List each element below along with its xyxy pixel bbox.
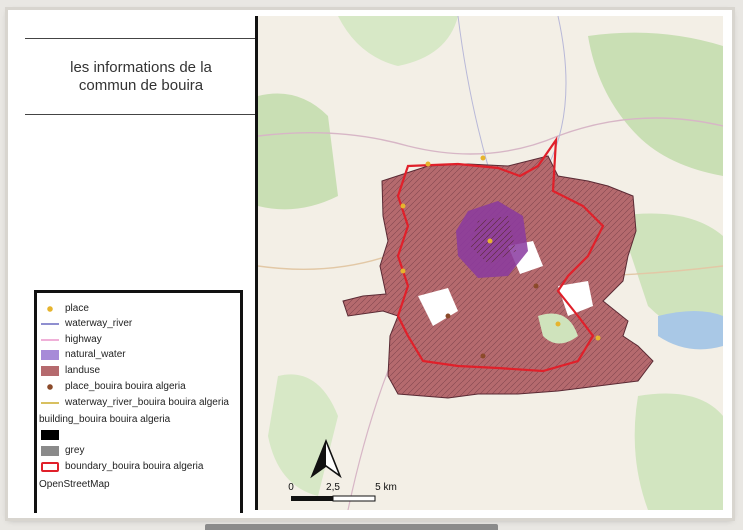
legend-item: waterway_river_bouira bouira algeria bbox=[37, 397, 229, 408]
legend-symbol bbox=[41, 349, 59, 360]
legend-label: waterway_river_bouira bouira algeria bbox=[65, 397, 229, 408]
legend-label: place_bouira bouira algeria bbox=[65, 381, 186, 392]
legend-symbol bbox=[41, 318, 59, 329]
scale-bar bbox=[291, 495, 376, 502]
legend-label: waterway_river bbox=[65, 318, 133, 329]
legend-symbol bbox=[41, 334, 59, 345]
layout-title-box: les informations de la commun de bouira bbox=[25, 38, 257, 115]
legend-item: place_bouira bouira algeria bbox=[37, 381, 186, 392]
street-network bbox=[343, 156, 653, 398]
legend-label: boundary_bouira bouira algeria bbox=[65, 461, 204, 472]
layout-title: les informations de la commun de bouira bbox=[70, 58, 212, 94]
legend-label: place bbox=[65, 303, 89, 314]
legend-item bbox=[37, 430, 65, 440]
legend-item: OpenStreetMap bbox=[39, 479, 110, 490]
legend-symbol bbox=[41, 397, 59, 408]
legend-box: place waterway_riverhighway natural_waterl… bbox=[34, 290, 243, 513]
forest-area bbox=[634, 393, 723, 510]
legend-label: highway bbox=[65, 334, 102, 345]
legend-symbol bbox=[41, 303, 59, 314]
legend-label: natural_water bbox=[65, 349, 126, 360]
legend-symbol bbox=[41, 461, 59, 472]
legend-symbol bbox=[41, 365, 59, 376]
legend-item: highway bbox=[37, 334, 102, 345]
legend-item: building_bouira bouira algeria bbox=[39, 414, 170, 425]
legend-label: landuse bbox=[65, 365, 101, 376]
window-bottom-handle bbox=[205, 524, 498, 530]
legend-item: natural_water bbox=[37, 349, 126, 360]
legend-item: waterway_river bbox=[37, 318, 132, 329]
scale-label-mid: 2,5 bbox=[326, 482, 340, 493]
legend-item: boundary_bouira bouira algeria bbox=[37, 461, 203, 472]
map-svg: 0 2,5 5 km bbox=[258, 16, 723, 510]
legend-symbol bbox=[41, 445, 59, 456]
legend-label: OpenStreetMap bbox=[39, 479, 110, 490]
legend-label: grey bbox=[65, 445, 85, 456]
legend-symbol bbox=[41, 430, 59, 440]
legend-label: building_bouira bouira algeria bbox=[39, 414, 171, 425]
legend-item: grey bbox=[37, 445, 84, 456]
scale-label-0: 0 bbox=[288, 482, 294, 493]
scale-label-end: 5 km bbox=[375, 482, 397, 493]
legend-item: place bbox=[37, 303, 89, 314]
legend-symbol bbox=[41, 381, 59, 392]
legend-item: landuse bbox=[37, 365, 100, 376]
map-canvas[interactable]: 0 2,5 5 km bbox=[258, 16, 723, 510]
